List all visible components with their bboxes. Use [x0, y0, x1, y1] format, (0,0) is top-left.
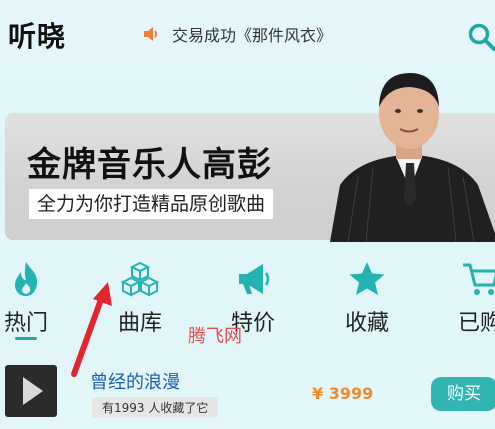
buy-button[interactable]: 购买	[431, 377, 495, 411]
app-title: 听晓	[8, 20, 67, 53]
musician-photo	[330, 73, 495, 242]
play-icon	[23, 377, 43, 405]
list-item[interactable]: 曾经的浪漫 有1993 人收藏了它 ¥ 3999 购买	[0, 360, 495, 429]
search-icon[interactable]	[467, 22, 495, 52]
cubes-icon	[120, 261, 160, 297]
watermark-text: 腾飞网	[188, 326, 242, 347]
star-icon	[349, 262, 385, 295]
price: ¥ 3999	[312, 384, 374, 403]
song-title[interactable]: 曾经的浪漫	[90, 368, 180, 394]
tab-favorites[interactable]: 收藏	[327, 255, 407, 345]
flame-icon	[15, 262, 38, 296]
tab-purchased[interactable]: 已购	[440, 255, 495, 345]
selected-indicator	[15, 337, 37, 340]
tab-hot[interactable]: 热门	[0, 255, 66, 345]
cart-icon	[463, 263, 495, 295]
banner-title: 金牌音乐人高彭	[27, 145, 272, 185]
top-bar: 听晓 交易成功《那件风衣》	[0, 0, 495, 70]
collect-count: 有1993 人收藏了它	[92, 397, 219, 418]
tab-favorites-label: 收藏	[344, 311, 389, 336]
banner-subtitle: 全力为你打造精品原创歌曲	[29, 189, 274, 219]
speaker-icon	[144, 27, 158, 41]
album-thumbnail[interactable]	[5, 365, 57, 417]
tab-purchased-label: 已购	[457, 311, 495, 336]
notice-text: 交易成功《那件风衣》	[172, 26, 333, 45]
notice-bar[interactable]: 交易成功《那件风衣》	[142, 22, 332, 46]
tab-hot-label: 热门	[3, 311, 48, 336]
megaphone-icon	[239, 264, 270, 294]
